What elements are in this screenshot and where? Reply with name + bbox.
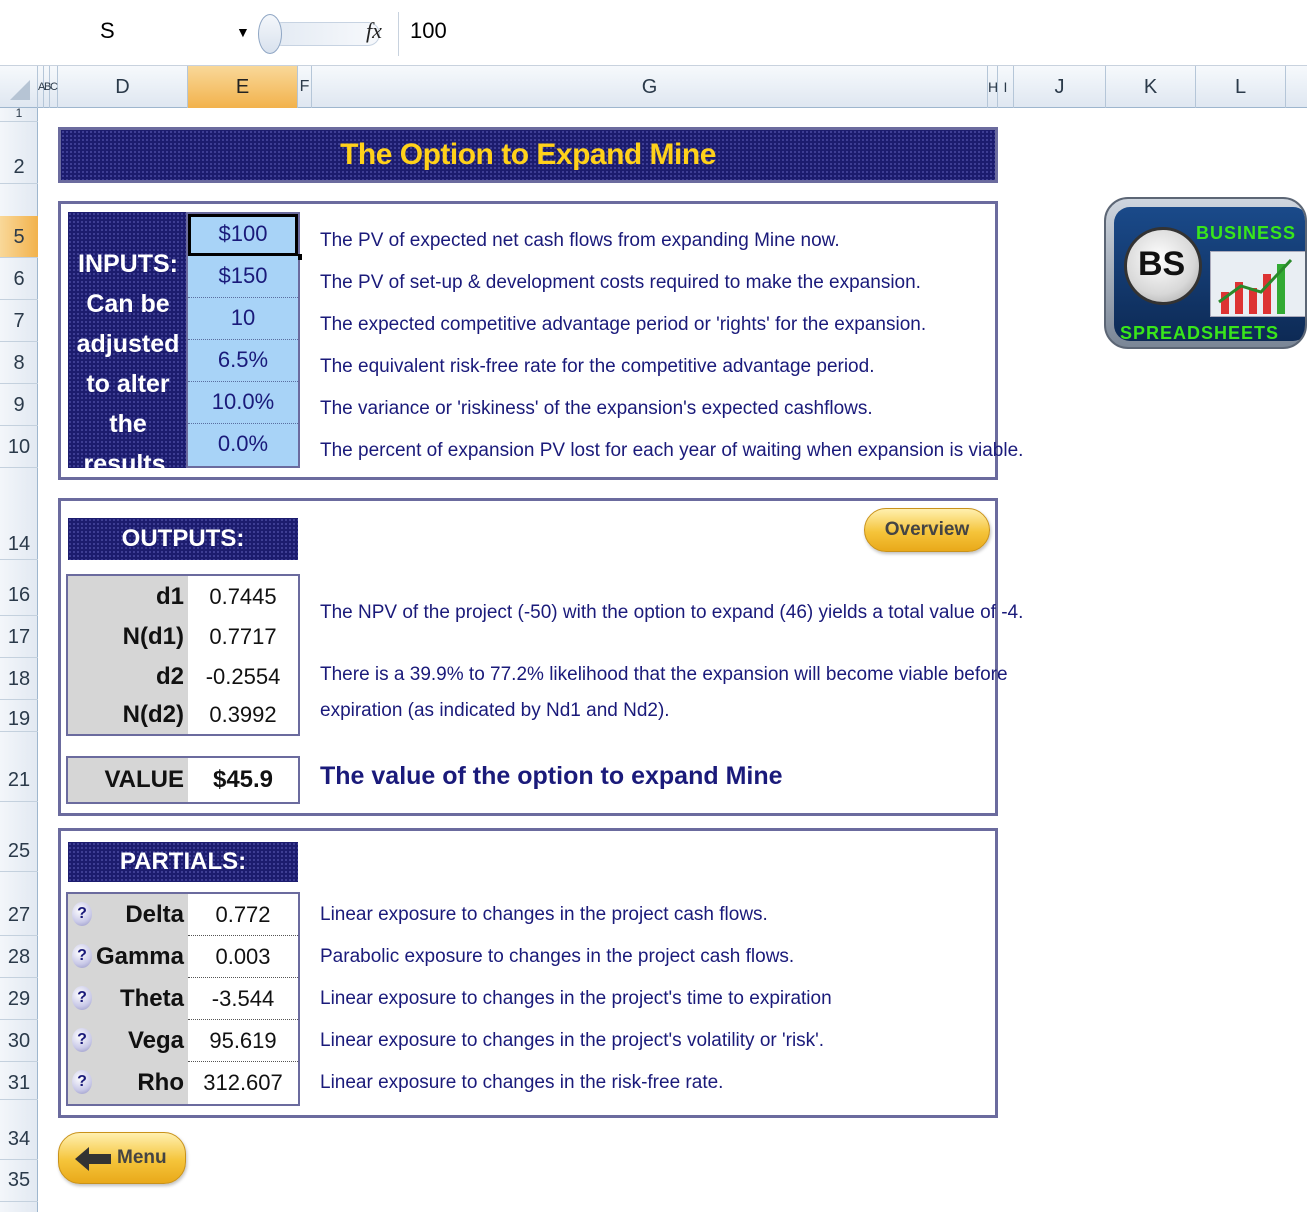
row-header-10[interactable]: 10 bbox=[0, 426, 38, 468]
output-label-nd2: N(d2) bbox=[68, 696, 188, 734]
column-header-e[interactable]: E bbox=[188, 66, 298, 108]
option-value[interactable]: $45.9 bbox=[188, 758, 298, 802]
column-header-k[interactable]: K bbox=[1106, 66, 1196, 108]
output-label-d2: d2 bbox=[68, 656, 188, 698]
input-cell-pv-lost[interactable]: 0.0% bbox=[188, 424, 298, 466]
page-title: The Option to Expand Mine bbox=[58, 127, 998, 183]
column-header-j[interactable]: J bbox=[1014, 66, 1106, 108]
output-label-nd1: N(d1) bbox=[68, 616, 188, 658]
row-header-35[interactable]: 35 bbox=[0, 1160, 38, 1202]
partial-value-gamma[interactable]: 0.003 bbox=[188, 936, 298, 978]
row-header-16[interactable]: 16 bbox=[0, 574, 38, 616]
row-header-6[interactable]: 6 bbox=[0, 258, 38, 300]
input-desc: The percent of expansion PV lost for eac… bbox=[320, 440, 1024, 461]
row-header-25[interactable]: 25 bbox=[0, 830, 38, 872]
chevron-down-icon[interactable]: ▼ bbox=[236, 24, 250, 40]
help-icon[interactable]: ? bbox=[72, 1028, 92, 1052]
output-value-d2[interactable]: -0.2554 bbox=[188, 656, 298, 698]
help-icon[interactable]: ? bbox=[72, 944, 92, 968]
partial-desc: Parabolic exposure to changes in the pro… bbox=[320, 946, 795, 967]
insert-function-icon[interactable]: fx bbox=[366, 18, 382, 44]
value-description: The value of the option to expand Mine bbox=[320, 762, 783, 790]
help-icon[interactable]: ? bbox=[72, 902, 92, 926]
row-header-19[interactable]: 19 bbox=[0, 700, 38, 732]
row-header-21[interactable]: 21 bbox=[0, 758, 38, 802]
select-all-triangle-icon[interactable] bbox=[10, 80, 30, 100]
menu-button-label: Menu bbox=[117, 1147, 167, 1168]
formula-input[interactable]: 100 bbox=[410, 18, 447, 44]
row-header-29[interactable]: 29 bbox=[0, 978, 38, 1020]
column-header-g[interactable]: G bbox=[312, 66, 988, 108]
column-header-h[interactable]: H bbox=[988, 66, 998, 108]
partials-header: PARTIALS: bbox=[68, 842, 298, 882]
row-header-14[interactable]: 14 bbox=[0, 518, 38, 560]
business-spreadsheets-logo[interactable]: BS BUSINESS SPREADSHEETS bbox=[1104, 197, 1307, 349]
arrow-left-icon bbox=[75, 1147, 111, 1171]
input-cell-pv-cash-flows[interactable]: $100 bbox=[188, 214, 298, 256]
row-header-18[interactable]: 18 bbox=[0, 658, 38, 700]
row-header: 1 2 5 6 7 8 9 10 14 16 17 18 19 21 25 27… bbox=[0, 107, 38, 1212]
input-cell-setup-costs[interactable]: $150 bbox=[188, 256, 298, 298]
output-value-nd2[interactable]: 0.3992 bbox=[188, 696, 298, 734]
row-header-28[interactable]: 28 bbox=[0, 936, 38, 978]
input-desc: The PV of set-up & development costs req… bbox=[320, 272, 921, 293]
input-cell-variance[interactable]: 10.0% bbox=[188, 382, 298, 424]
logo-background: BS BUSINESS SPREADSHEETS bbox=[1114, 207, 1305, 343]
chart-thumbnail-icon bbox=[1210, 251, 1305, 317]
formula-bar-divider bbox=[398, 12, 399, 56]
partial-desc: Linear exposure to changes in the risk-f… bbox=[320, 1072, 724, 1093]
column-header-l[interactable]: L bbox=[1196, 66, 1286, 108]
row-header-7[interactable]: 7 bbox=[0, 300, 38, 342]
column-header-i[interactable]: I bbox=[998, 66, 1014, 108]
logo-mark: BS bbox=[1138, 245, 1186, 283]
value-label: VALUE bbox=[68, 758, 188, 802]
help-icon[interactable]: ? bbox=[72, 1070, 92, 1094]
column-header-f[interactable]: F bbox=[298, 66, 312, 108]
logo-top-text: BUSINESS bbox=[1196, 223, 1297, 243]
input-desc: The variance or 'riskiness' of the expan… bbox=[320, 398, 873, 419]
partial-value-rho[interactable]: 312.607 bbox=[188, 1062, 298, 1104]
likelihood-text: expiration (as indicated by Nd1 and Nd2)… bbox=[320, 700, 670, 721]
output-value-nd1[interactable]: 0.7717 bbox=[188, 616, 298, 658]
row-header-1[interactable]: 1 bbox=[0, 107, 38, 122]
formula-bar: S ▼ fx 100 bbox=[0, 0, 1307, 66]
input-cell-risk-free-rate[interactable]: 6.5% bbox=[188, 340, 298, 382]
partial-desc: Linear exposure to changes in the projec… bbox=[320, 904, 768, 925]
overview-button[interactable]: Overview bbox=[864, 508, 990, 552]
partial-value-theta[interactable]: -3.544 bbox=[188, 978, 298, 1020]
formula-bar-expand-handle[interactable] bbox=[258, 14, 282, 54]
npv-text: The NPV of the project (-50) with the op… bbox=[320, 602, 1024, 623]
menu-button[interactable]: Menu bbox=[58, 1132, 186, 1184]
input-desc: The expected competitive advantage perio… bbox=[320, 314, 927, 335]
help-icon[interactable]: ? bbox=[72, 986, 92, 1010]
inputs-label: INPUTS: Can be adjusted to alter the res… bbox=[68, 212, 188, 478]
output-value-d1[interactable]: 0.7445 bbox=[188, 576, 298, 618]
partial-desc: Linear exposure to changes in the projec… bbox=[320, 988, 832, 1009]
formula-bar-slider[interactable] bbox=[270, 22, 380, 46]
input-desc: The equivalent risk-free rate for the co… bbox=[320, 356, 875, 377]
column-header-c[interactable]: C bbox=[50, 66, 58, 108]
row-header-34[interactable]: 34 bbox=[0, 1118, 38, 1160]
row-header-30[interactable]: 30 bbox=[0, 1020, 38, 1062]
row-header-2[interactable]: 2 bbox=[0, 122, 38, 184]
partial-desc: Linear exposure to changes in the projec… bbox=[320, 1030, 825, 1051]
logo-bottom-text: SPREADSHEETS bbox=[1120, 323, 1280, 343]
row-header-27[interactable]: 27 bbox=[0, 894, 38, 936]
likelihood-text: There is a 39.9% to 77.2% likelihood tha… bbox=[320, 664, 1008, 685]
input-desc: The PV of expected net cash flows from e… bbox=[320, 230, 840, 251]
name-box[interactable]: S bbox=[100, 18, 240, 52]
partial-value-delta[interactable]: 0.772 bbox=[188, 894, 298, 936]
row-header-8[interactable]: 8 bbox=[0, 342, 38, 384]
outputs-header: OUTPUTS: bbox=[68, 518, 298, 560]
row-header-17[interactable]: 17 bbox=[0, 616, 38, 658]
input-cell-advantage-period[interactable]: 10 bbox=[188, 298, 298, 340]
row-header-31[interactable]: 31 bbox=[0, 1062, 38, 1100]
column-header: A B C D E F G H I J K L bbox=[0, 66, 1307, 108]
partial-value-vega[interactable]: 95.619 bbox=[188, 1020, 298, 1062]
output-label-d1: d1 bbox=[68, 576, 188, 618]
row-header-5[interactable]: 5 bbox=[0, 216, 38, 258]
row-header-9[interactable]: 9 bbox=[0, 384, 38, 426]
column-header-d[interactable]: D bbox=[58, 66, 188, 108]
